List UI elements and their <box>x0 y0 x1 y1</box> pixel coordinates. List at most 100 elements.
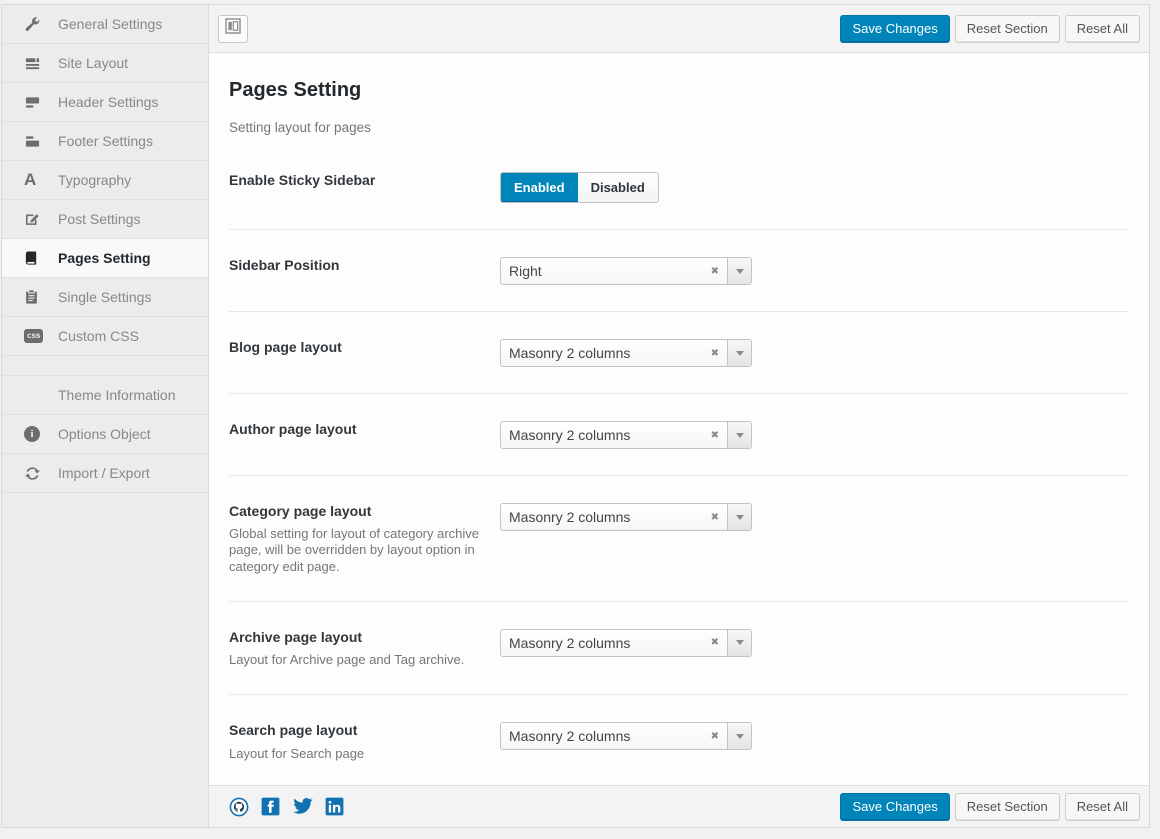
field-control: Masonry 2 columns✖ <box>500 338 1129 367</box>
sidebar-item-theme-information[interactable]: Theme Information <box>2 376 208 415</box>
field-rows: Enable Sticky Sidebar EnabledDisabled Side… <box>229 145 1129 785</box>
book-icon <box>24 249 44 267</box>
github-icon[interactable] <box>229 797 249 817</box>
layout-toggle-icon <box>225 18 241 39</box>
sidebar-item-header-settings[interactable]: Header Settings <box>2 83 208 122</box>
sidebar-item-label: Typography <box>58 172 131 188</box>
sidebar-item-options-object[interactable]: iOptions Object <box>2 415 208 454</box>
field-row: Category page layout Global setting for l… <box>229 476 1129 602</box>
sidebar-toggle-button[interactable] <box>218 15 248 43</box>
sidebar-item-label: Site Layout <box>58 55 128 71</box>
sidebar-item-label: Custom CSS <box>58 328 139 344</box>
clear-icon[interactable]: ✖ <box>703 630 727 656</box>
footer-icon <box>24 132 44 150</box>
select-input[interactable]: Masonry 2 columns✖ <box>500 421 752 449</box>
field-control: Masonry 2 columns✖ <box>500 502 1129 531</box>
field-label: Sidebar Position <box>229 256 482 274</box>
field-label: Archive page layout <box>229 628 482 646</box>
header-icon <box>24 93 44 111</box>
clear-icon[interactable]: ✖ <box>703 422 727 448</box>
twitter-icon[interactable] <box>292 797 313 816</box>
field-label-block: Archive page layoutLayout for Archive pa… <box>229 628 500 668</box>
main-column: Save Changes Reset Section Reset All Pag… <box>209 5 1149 827</box>
field-label: Category page layout <box>229 502 482 520</box>
select-value: Right <box>501 258 703 284</box>
select-input[interactable]: Right✖ <box>500 257 752 285</box>
reset-all-button-bottom[interactable]: Reset All <box>1065 793 1140 821</box>
field-label-block: Search page layout Layout for Search page <box>229 721 500 761</box>
clear-icon[interactable]: ✖ <box>703 504 727 530</box>
field-control: Masonry 2 columns✖ <box>500 420 1129 449</box>
save-changes-button-bottom[interactable]: Save Changes <box>840 793 949 821</box>
toggle-option-enabled[interactable]: Enabled <box>501 173 578 202</box>
dropdown-arrow-icon[interactable] <box>727 340 751 366</box>
select-value: Masonry 2 columns <box>501 340 703 366</box>
select-input[interactable]: Masonry 2 columns✖ <box>500 629 752 657</box>
sidebar-item-label: Import / Export <box>58 465 150 481</box>
dropdown-arrow-icon[interactable] <box>727 422 751 448</box>
dropdown-arrow-icon[interactable] <box>727 723 751 749</box>
css-badge-icon: css <box>24 327 44 345</box>
sidebar-item-label: Options Object <box>58 426 151 442</box>
dropdown-arrow-icon[interactable] <box>727 630 751 656</box>
toggle-option-disabled[interactable]: Disabled <box>578 173 658 202</box>
wrench-icon <box>24 15 44 33</box>
edit-icon <box>24 210 44 228</box>
clear-icon[interactable]: ✖ <box>703 340 727 366</box>
linkedin-icon[interactable] <box>325 797 344 816</box>
field-label: Search page layout <box>229 721 482 739</box>
none-icon <box>24 386 44 404</box>
dropdown-arrow-icon[interactable] <box>727 258 751 284</box>
field-description: Global setting for layout of category ar… <box>229 526 482 575</box>
sidebar-item-general-settings[interactable]: General Settings <box>2 5 208 44</box>
settings-content: Pages Setting Setting layout for pages E… <box>209 53 1149 785</box>
sidebar-item-label: Header Settings <box>58 94 158 110</box>
typography-icon: A <box>24 171 44 189</box>
sidebar-item-post-settings[interactable]: Post Settings <box>2 200 208 239</box>
field-label: Enable Sticky Sidebar <box>229 171 482 189</box>
sidebar-item-label: General Settings <box>58 16 162 32</box>
field-control: Masonry 2 columns✖ <box>500 628 1129 657</box>
dropdown-arrow-icon[interactable] <box>727 504 751 530</box>
admin-page: General Settings Site Layout Header Settin… <box>0 0 1160 839</box>
field-row: Enable Sticky Sidebar EnabledDisabled <box>229 145 1129 230</box>
options-panel: General Settings Site Layout Header Settin… <box>1 4 1150 828</box>
clear-icon[interactable]: ✖ <box>703 258 727 284</box>
sidebar-item-import-export[interactable]: Import / Export <box>2 454 208 493</box>
sidebar-item-site-layout[interactable]: Site Layout <box>2 44 208 83</box>
field-row: Sidebar Position Right✖ <box>229 230 1129 312</box>
sidebar-filler <box>2 493 208 827</box>
select-value: Masonry 2 columns <box>501 422 703 448</box>
select-value: Masonry 2 columns <box>501 504 703 530</box>
field-label: Blog page layout <box>229 338 482 356</box>
facebook-icon[interactable] <box>261 797 280 816</box>
field-row: Author page layoutMasonry 2 columns✖ <box>229 394 1129 476</box>
reset-all-button-top[interactable]: Reset All <box>1065 15 1140 43</box>
field-label-block: Category page layout Global setting for l… <box>229 502 500 575</box>
sidebar-item-footer-settings[interactable]: Footer Settings <box>2 122 208 161</box>
top-action-bar: Save Changes Reset Section Reset All <box>209 5 1149 53</box>
reset-section-button-top[interactable]: Reset Section <box>955 15 1060 43</box>
toggle-button-group: EnabledDisabled <box>500 172 659 203</box>
select-input[interactable]: Masonry 2 columns✖ <box>500 503 752 531</box>
sidebar-item-single-settings[interactable]: Single Settings <box>2 278 208 317</box>
select-input[interactable]: Masonry 2 columns✖ <box>500 722 752 750</box>
field-control: Right✖ <box>500 256 1129 285</box>
field-row: Search page layout Layout for Search page… <box>229 695 1129 785</box>
field-label-block: Blog page layout <box>229 338 500 356</box>
field-control: Masonry 2 columns✖ <box>500 721 1129 750</box>
sidebar-item-typography[interactable]: A Typography <box>2 161 208 200</box>
bottom-action-bar: Save Changes Reset Section Reset All <box>209 785 1149 827</box>
field-label-block: Author page layout <box>229 420 500 438</box>
save-changes-button-top[interactable]: Save Changes <box>840 15 949 43</box>
page-title: Pages Setting <box>229 79 1129 102</box>
select-input[interactable]: Masonry 2 columns✖ <box>500 339 752 367</box>
field-row: Archive page layoutLayout for Archive pa… <box>229 602 1129 695</box>
clear-icon[interactable]: ✖ <box>703 723 727 749</box>
reset-section-button-bottom[interactable]: Reset Section <box>955 793 1060 821</box>
sidebar-item-label: Single Settings <box>58 289 151 305</box>
field-description: Layout for Search page <box>229 746 482 762</box>
social-links <box>229 797 356 817</box>
sidebar-item-pages-setting[interactable]: Pages Setting <box>2 239 208 278</box>
sidebar-item-custom-css[interactable]: css Custom CSS <box>2 317 208 356</box>
